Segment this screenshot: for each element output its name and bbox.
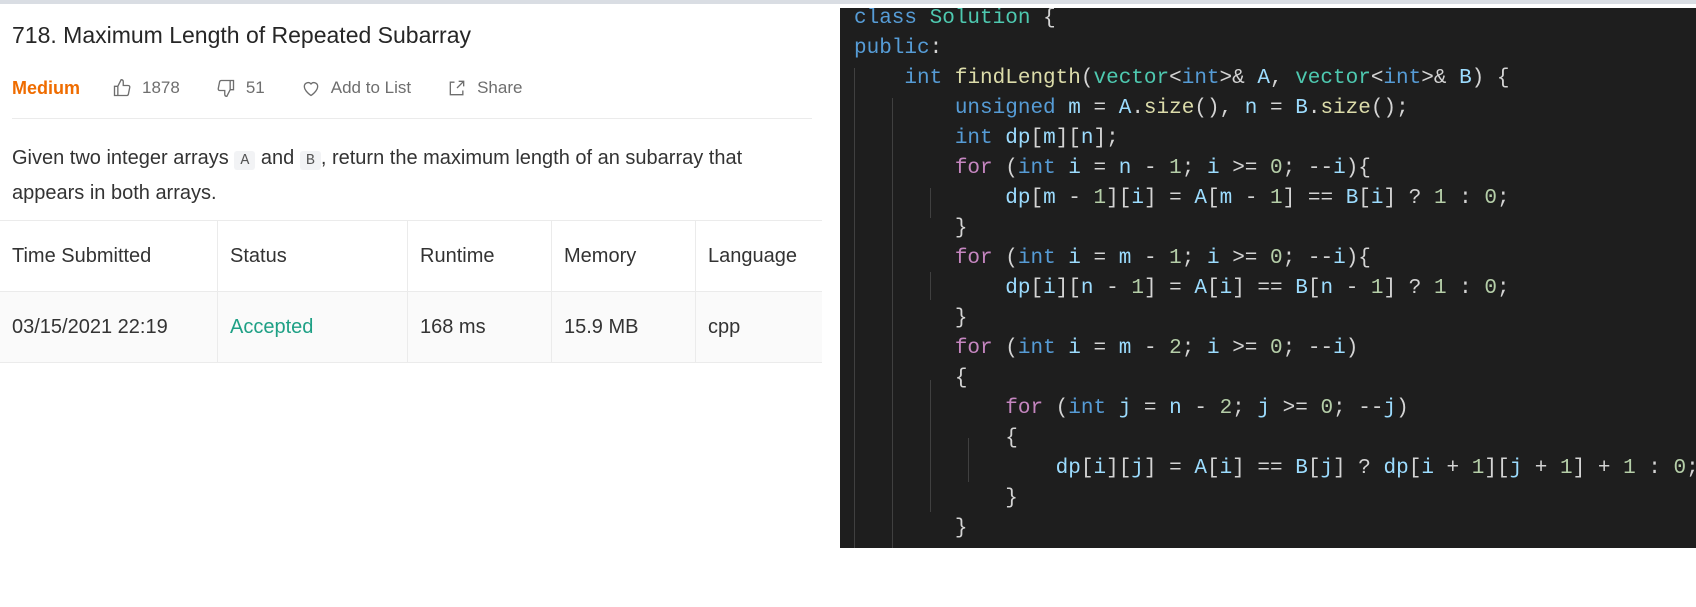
thumbs-down-icon: [217, 79, 235, 98]
cell-time-submitted: 03/15/2021 22:19: [0, 292, 218, 362]
description-text: and: [255, 147, 300, 169]
problem-title: 718. Maximum Length of Repeated Subarray: [12, 22, 471, 48]
table-row[interactable]: 03/15/2021 22:19 Accepted 168 ms 15.9 MB…: [0, 292, 822, 363]
table-header-row: Time Submitted Status Runtime Memory Lan…: [0, 221, 822, 292]
code-line: }: [954, 517, 968, 540]
cell-language: cpp: [708, 315, 741, 338]
code-line: dp[i][j] = A[i] == B[j] ? dp[i + 1][j + …: [1055, 457, 1696, 480]
code-line: class Solution {: [854, 8, 1056, 30]
problem-panel: 718. Maximum Length of Repeated Subarray…: [0, 4, 822, 607]
dislike-button[interactable]: 51: [216, 78, 265, 98]
problem-description: Given two integer arrays A and B, return…: [12, 142, 812, 209]
header-runtime[interactable]: Runtime: [408, 221, 552, 291]
code-line: for (int i = n - 1; i >= 0; --i){: [954, 157, 1371, 180]
share-icon: [449, 80, 465, 96]
code-line: public:: [854, 37, 943, 60]
code-line: {: [954, 367, 968, 390]
divider: [12, 118, 812, 119]
cell-runtime: 168 ms: [408, 292, 552, 362]
code-line: }: [954, 217, 968, 240]
header-status[interactable]: Status: [218, 221, 408, 291]
share-button[interactable]: Share: [447, 78, 522, 98]
code-line: for (int i = m - 1; i >= 0; --i){: [954, 247, 1371, 270]
code-line: }: [1005, 487, 1018, 510]
code-line: dp[m - 1][i] = A[m - 1] == B[i] ? 1 : 0;: [1005, 187, 1510, 210]
description-text: Given two integer arrays: [12, 147, 235, 169]
code-line: }: [954, 307, 968, 330]
submissions-table: Time Submitted Status Runtime Memory Lan…: [0, 220, 822, 363]
header-language[interactable]: Language: [696, 221, 822, 291]
cell-status-link[interactable]: Accepted: [218, 292, 408, 362]
like-count: 1878: [142, 78, 180, 97]
like-button[interactable]: 1878: [112, 78, 180, 98]
header-memory[interactable]: Memory: [552, 221, 696, 291]
inline-code-b: B: [299, 151, 321, 170]
header-time-submitted[interactable]: Time Submitted: [0, 221, 218, 291]
code-line: dp[i][n - 1] = A[i] == B[n - 1] ? 1 : 0;: [1005, 277, 1510, 300]
problem-meta-bar: Medium 1878 51 Add to List Share: [12, 74, 558, 102]
code-line: int dp[m][n];: [954, 127, 1119, 150]
thumbs-up-icon: [113, 78, 131, 97]
add-to-list-button[interactable]: Add to List: [301, 78, 411, 98]
cell-memory: 15.9 MB: [552, 292, 696, 362]
share-label: Share: [477, 78, 523, 97]
heart-icon: [303, 81, 319, 97]
code-line: for (int i = m - 2; i >= 0; --i): [954, 337, 1359, 360]
add-to-list-label: Add to List: [330, 78, 412, 97]
code-line: for (int j = n - 2; j >= 0; --j): [1005, 397, 1409, 420]
code-editor[interactable]: class Solution { public: int findLength(v…: [840, 8, 1696, 548]
dislike-count: 51: [245, 78, 265, 97]
code-line: int findLength(vector<int>& A, vector<in…: [904, 67, 1510, 90]
difficulty-badge: Medium: [12, 77, 81, 98]
code-line: unsigned m = A.size(), n = B.size();: [954, 97, 1409, 120]
code-line: {: [1005, 427, 1018, 450]
inline-code-a: A: [234, 151, 256, 170]
